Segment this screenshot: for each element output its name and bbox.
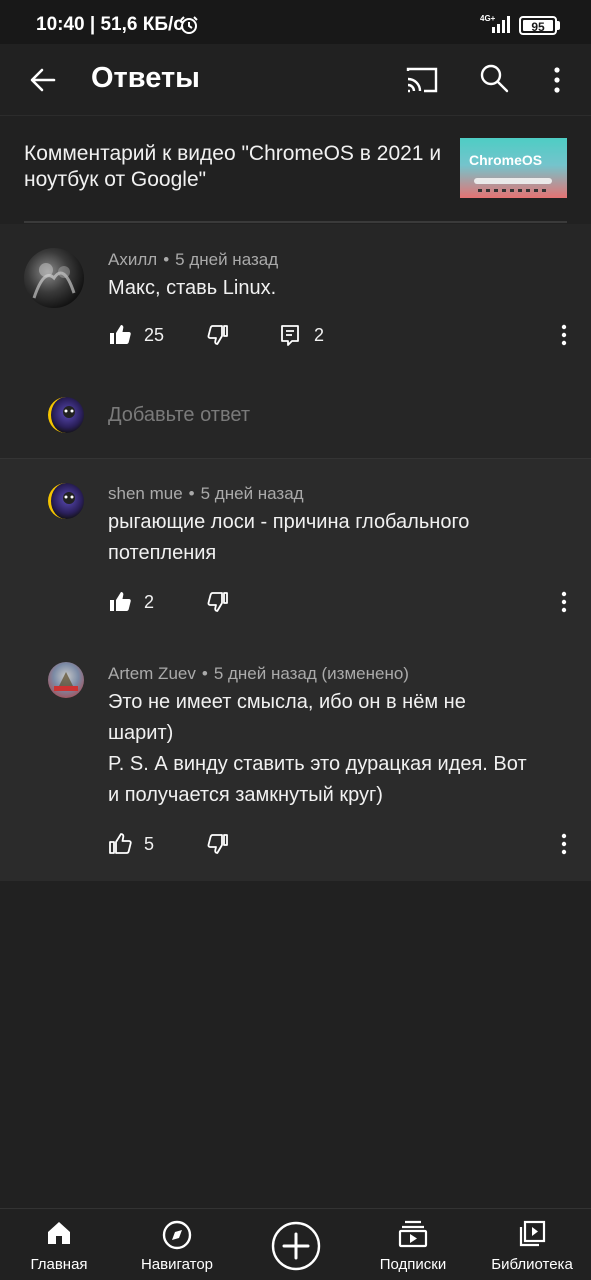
reply-text: Это не имеет смысла, ибо он в нём не шар… (108, 687, 568, 811)
reply-author[interactable]: Artem Zuev (108, 664, 196, 683)
compass-icon (162, 1220, 192, 1250)
reply-text-line: P. S. А винду ставить это дурацкая идея.… (108, 753, 527, 775)
avatar[interactable] (48, 483, 84, 519)
video-header[interactable]: Комментарий к видео "ChromeOS в 2021 и н… (0, 116, 591, 224)
reply-actions: 5 (108, 829, 568, 859)
comment-icon (281, 325, 299, 346)
like-count: 5 (144, 833, 155, 854)
comment-actions: 25 2 (108, 320, 568, 350)
home-icon (48, 1222, 70, 1244)
reply-meta: shen mue • 5 дней назад (108, 484, 304, 503)
replies-button[interactable]: 2 (278, 320, 324, 350)
reply-text-line: и получается замкнутый круг) (108, 784, 383, 806)
video-thumbnail[interactable]: ChromeOS (460, 138, 567, 198)
comment-menu-button[interactable] (552, 320, 576, 350)
alarm-icon (179, 15, 199, 40)
nav-subscriptions[interactable]: Подписки (368, 1209, 458, 1280)
like-button[interactable]: 25 (108, 320, 164, 350)
search-button[interactable] (474, 58, 514, 98)
nav-home[interactable]: Главная (14, 1209, 104, 1280)
back-button[interactable] (22, 58, 66, 102)
nav-label: Навигатор (140, 1256, 214, 1273)
comment-text: Макс, ставь Linux. (108, 277, 277, 299)
thumbnail-shelf (478, 189, 548, 192)
like-button[interactable]: 2 (108, 587, 154, 617)
subscriptions-icon (398, 1220, 428, 1248)
add-reply-input[interactable]: Добавьте ответ (108, 404, 250, 427)
more-options-button[interactable] (540, 58, 574, 102)
thumb-down-icon (207, 834, 228, 854)
thumb-up-icon (109, 833, 132, 854)
thumb-down-icon (207, 325, 228, 345)
comment-author[interactable]: Ахилл (108, 250, 157, 269)
video-title[interactable]: Комментарий к видео "ChromeOS в 2021 и н… (24, 141, 444, 193)
library-icon (519, 1220, 546, 1247)
nav-explore[interactable]: Навигатор (124, 1209, 230, 1280)
reply-text: рыгающие лоси - причина глобального поте… (108, 507, 548, 569)
nav-library[interactable]: Библиотека (484, 1209, 580, 1280)
kebab-menu-icon (561, 833, 567, 855)
bottom-navigation: Главная Навигатор Подписки Библиотека (0, 1208, 591, 1280)
dislike-button[interactable] (206, 829, 230, 859)
status-bar: 10:40 | 51,6 КБ/с 4G+ 95 (0, 0, 591, 44)
battery-nub (557, 21, 560, 30)
nav-label: Главная (30, 1256, 88, 1273)
status-time: 10:40 | 51,6 КБ/с (36, 14, 184, 35)
dislike-button[interactable] (206, 587, 230, 617)
reply-menu-button[interactable] (552, 829, 576, 859)
nav-label: Библиотека (491, 1256, 573, 1273)
thumb-up-filled-icon (110, 325, 131, 344)
kebab-menu-icon (561, 324, 567, 346)
like-count: 2 (144, 591, 155, 612)
dislike-button[interactable] (206, 320, 230, 350)
reply-meta: Artem Zuev • 5 дней назад (изменено) (108, 664, 409, 683)
reply-time: 5 дней назад (200, 484, 304, 503)
like-count: 25 (144, 324, 165, 345)
battery-icon: 95 (519, 16, 557, 35)
own-avatar (48, 397, 84, 433)
thumb-up-filled-icon (110, 592, 131, 611)
comment-time: 5 дней назад (175, 250, 279, 269)
reply-text-line: потепления (108, 542, 217, 564)
battery-level: 95 (531, 20, 545, 34)
search-icon (480, 64, 509, 93)
app-bar: Ответы (0, 44, 591, 116)
divider (24, 221, 567, 223)
reply-text-line: Это не имеет смысла, ибо он в нём не (108, 691, 466, 713)
nav-label: Подписки (379, 1256, 447, 1273)
reply-time: 5 дней назад (изменено) (213, 664, 409, 683)
kebab-menu-icon (561, 591, 567, 613)
back-arrow-icon (30, 68, 56, 92)
add-icon (271, 1221, 321, 1271)
reply-actions: 2 (108, 587, 568, 617)
network-type: 4G+ (480, 14, 496, 23)
page-title: Ответы (91, 62, 200, 94)
reply-count: 2 (314, 324, 325, 345)
reply-author[interactable]: shen mue (108, 484, 183, 503)
reply-text-line: шарит) (108, 722, 174, 744)
signal-icon: 4G+ (478, 13, 514, 40)
nav-create[interactable] (266, 1209, 326, 1280)
kebab-menu-icon (554, 67, 560, 93)
thumb-down-icon (207, 592, 228, 612)
cast-icon (406, 67, 438, 93)
reply-text-line: рыгающие лоси - причина глобального (108, 511, 470, 533)
thumbnail-searchbar (474, 178, 552, 184)
cast-button[interactable] (402, 60, 442, 100)
comment-meta: Ахилл • 5 дней назад (108, 250, 279, 269)
avatar[interactable] (48, 662, 84, 698)
reply-menu-button[interactable] (552, 587, 576, 617)
like-button[interactable]: 5 (108, 829, 154, 859)
thumbnail-text: ChromeOS (469, 152, 543, 168)
avatar[interactable] (24, 248, 84, 308)
